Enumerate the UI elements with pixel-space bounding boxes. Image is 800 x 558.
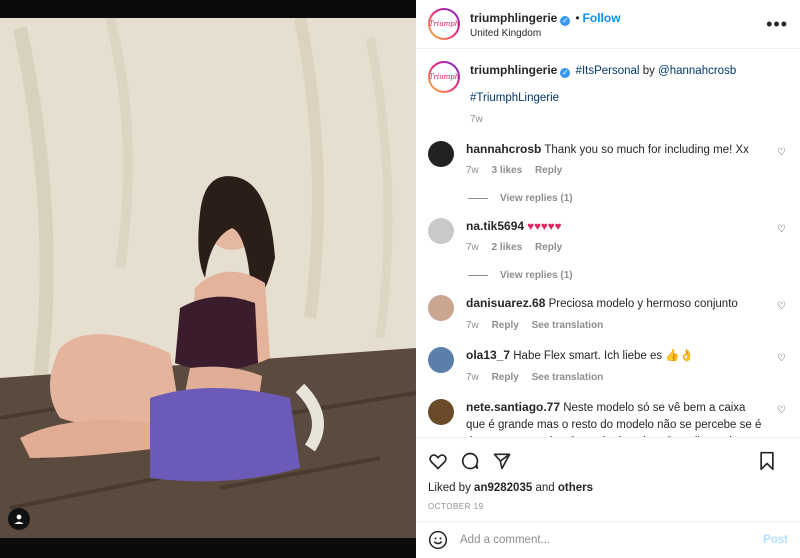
comment-body: hannahcrosb Thank you so much for includ… (466, 141, 766, 179)
header-username[interactable]: triumphlingerie (470, 11, 557, 25)
commenter-avatar[interactable] (428, 294, 454, 321)
comment-item: danisuarez.68 Preciosa modelo y hermoso … (428, 294, 788, 333)
comment-time[interactable]: 7w (466, 165, 479, 176)
replies-line (468, 274, 488, 276)
commenter-avatar[interactable] (428, 140, 454, 167)
reply-button[interactable]: Reply (535, 242, 562, 253)
comment-time[interactable]: 7w (466, 320, 479, 331)
view-replies[interactable]: View replies (1) (468, 270, 788, 281)
view-replies[interactable]: View replies (1) (468, 193, 788, 204)
comment-item: na.tik5694 ♥♥♥♥♥ 7w 2 likes Reply ♡ (428, 217, 788, 256)
post-header: Triumph triumphlingerie ✓ • Follow United K… (416, 0, 800, 49)
like-comment-heart-icon[interactable]: ♡ (777, 353, 786, 364)
comment-text: Preciosa modelo y hermoso conjunto (548, 297, 738, 310)
person-icon (14, 514, 24, 524)
caption-body: triumphlingerie ✓ #ItsPersonal by @hannah… (470, 61, 736, 127)
avatar-logo-text: Triumph (429, 10, 459, 38)
account-avatar[interactable]: Triumph (428, 8, 460, 40)
comment-item: ola13_7 Habe Flex smart. Ich liebe es 👍👌… (428, 347, 788, 385)
comment-username[interactable]: na.tik5694 (466, 219, 524, 233)
comment-username[interactable]: nete.santiago.77 (466, 400, 560, 414)
tagged-user-button[interactable] (8, 508, 30, 530)
caption-by-text: by (642, 65, 655, 77)
view-replies-label[interactable]: View replies (1) (500, 193, 573, 204)
post-details-panel: Triumph triumphlingerie ✓ • Follow United K… (416, 0, 800, 558)
actions-spacer (428, 511, 788, 521)
comment-text: Thank you so much for including me! Xx (544, 143, 749, 156)
mention-link[interactable]: @hannahcrosb (658, 65, 736, 77)
post-actions: Liked by an9282035 and others OCTOBER 19 (416, 437, 800, 521)
instagram-post-view: Triumph triumphlingerie ✓ • Follow United K… (0, 0, 800, 558)
like-heart-icon[interactable] (428, 451, 448, 471)
photo-illustration (0, 18, 416, 538)
comment-meta: 7w 2 likes Reply (466, 241, 766, 256)
share-paper-plane-icon[interactable] (492, 451, 512, 471)
liked-by-others[interactable]: others (558, 482, 593, 494)
comment-username[interactable]: ola13_7 (466, 348, 510, 362)
verified-badge-icon: ✓ (560, 15, 571, 26)
location-link[interactable]: United Kingdom (470, 28, 621, 41)
follow-button[interactable]: Follow (583, 11, 621, 25)
verified-badge-icon: ✓ (560, 68, 571, 78)
comment-body: ola13_7 Habe Flex smart. Ich liebe es 👍👌… (466, 347, 766, 385)
action-icons-row (428, 446, 788, 476)
post-date[interactable]: OCTOBER 19 (428, 502, 788, 511)
view-replies-label[interactable]: View replies (1) (500, 270, 573, 281)
like-comment-heart-icon[interactable]: ♡ (777, 405, 786, 416)
caption-time[interactable]: 7w (470, 112, 736, 127)
reply-button[interactable]: Reply (492, 372, 519, 383)
header-names: triumphlingerie ✓ • Follow United Kingdom (470, 8, 621, 41)
replies-line (468, 197, 488, 199)
caption-avatar[interactable]: Triumph (428, 61, 460, 93)
emoji-smiley-icon[interactable] (428, 530, 448, 550)
like-comment-heart-icon[interactable]: ♡ (777, 147, 786, 158)
liked-by-prefix: Liked by (428, 482, 471, 494)
comment-item: nete.santiago.77 Neste modelo só se vê b… (428, 399, 788, 437)
comment-text: Habe Flex smart. Ich liebe es 👍👌 (513, 350, 695, 363)
like-comment-heart-icon[interactable]: ♡ (777, 224, 786, 235)
liked-by-and: and (535, 482, 555, 494)
commenter-avatar[interactable] (428, 347, 454, 374)
hashtag-link[interactable]: #ItsPersonal (576, 65, 640, 77)
comments-scroll-area[interactable]: Triumph triumphlingerie ✓ #ItsPersonal by… (416, 49, 800, 437)
comment-body: nete.santiago.77 Neste modelo só se vê b… (466, 399, 766, 437)
caption-username[interactable]: triumphlingerie (470, 63, 557, 77)
liked-by-line: Liked by an9282035 and others (428, 482, 788, 494)
comment-body: danisuarez.68 Preciosa modelo y hermoso … (466, 295, 766, 333)
caption-avatar-logo-text: Triumph (429, 63, 459, 91)
post-photo[interactable] (0, 18, 416, 538)
commenter-avatar[interactable] (428, 399, 454, 426)
comment-likes[interactable]: 3 likes (492, 165, 523, 176)
caption: Triumph triumphlingerie ✓ #ItsPersonal by… (428, 49, 788, 127)
comment-input[interactable]: Add a comment... (460, 534, 763, 546)
post-comment-button[interactable]: Post (763, 534, 788, 546)
reply-button[interactable]: Reply (535, 165, 562, 176)
add-comment-bar: Add a comment... Post (416, 521, 800, 558)
liked-by-user[interactable]: an9282035 (474, 482, 532, 494)
comment-meta: 7w 3 likes Reply (466, 164, 766, 179)
see-translation-button[interactable]: See translation (532, 372, 604, 383)
separator-dot: • (575, 10, 580, 25)
comment-body: na.tik5694 ♥♥♥♥♥ 7w 2 likes Reply (466, 218, 766, 256)
comment-item: hannahcrosb Thank you so much for includ… (428, 140, 788, 179)
post-media (0, 0, 416, 558)
hashtag-link[interactable]: #TriumphLingerie (470, 92, 559, 104)
comment-time[interactable]: 7w (466, 372, 479, 383)
save-bookmark-icon[interactable] (758, 451, 776, 471)
comment-time[interactable]: 7w (466, 242, 479, 253)
comment-username[interactable]: hannahcrosb (466, 142, 541, 156)
comment-meta: 7w Reply See translation (466, 319, 766, 334)
more-options-icon[interactable]: ••• (766, 14, 788, 35)
comment-bubble-icon[interactable] (460, 451, 480, 471)
see-translation-button[interactable]: See translation (532, 320, 604, 331)
reply-button[interactable]: Reply (492, 320, 519, 331)
commenter-avatar[interactable] (428, 217, 454, 244)
comment-meta: 7w Reply See translation (466, 371, 766, 386)
comment-username[interactable]: danisuarez.68 (466, 296, 545, 310)
comment-likes[interactable]: 2 likes (492, 242, 523, 253)
like-comment-heart-icon[interactable]: ♡ (777, 301, 786, 312)
comment-text: ♥♥♥♥♥ (527, 220, 562, 233)
